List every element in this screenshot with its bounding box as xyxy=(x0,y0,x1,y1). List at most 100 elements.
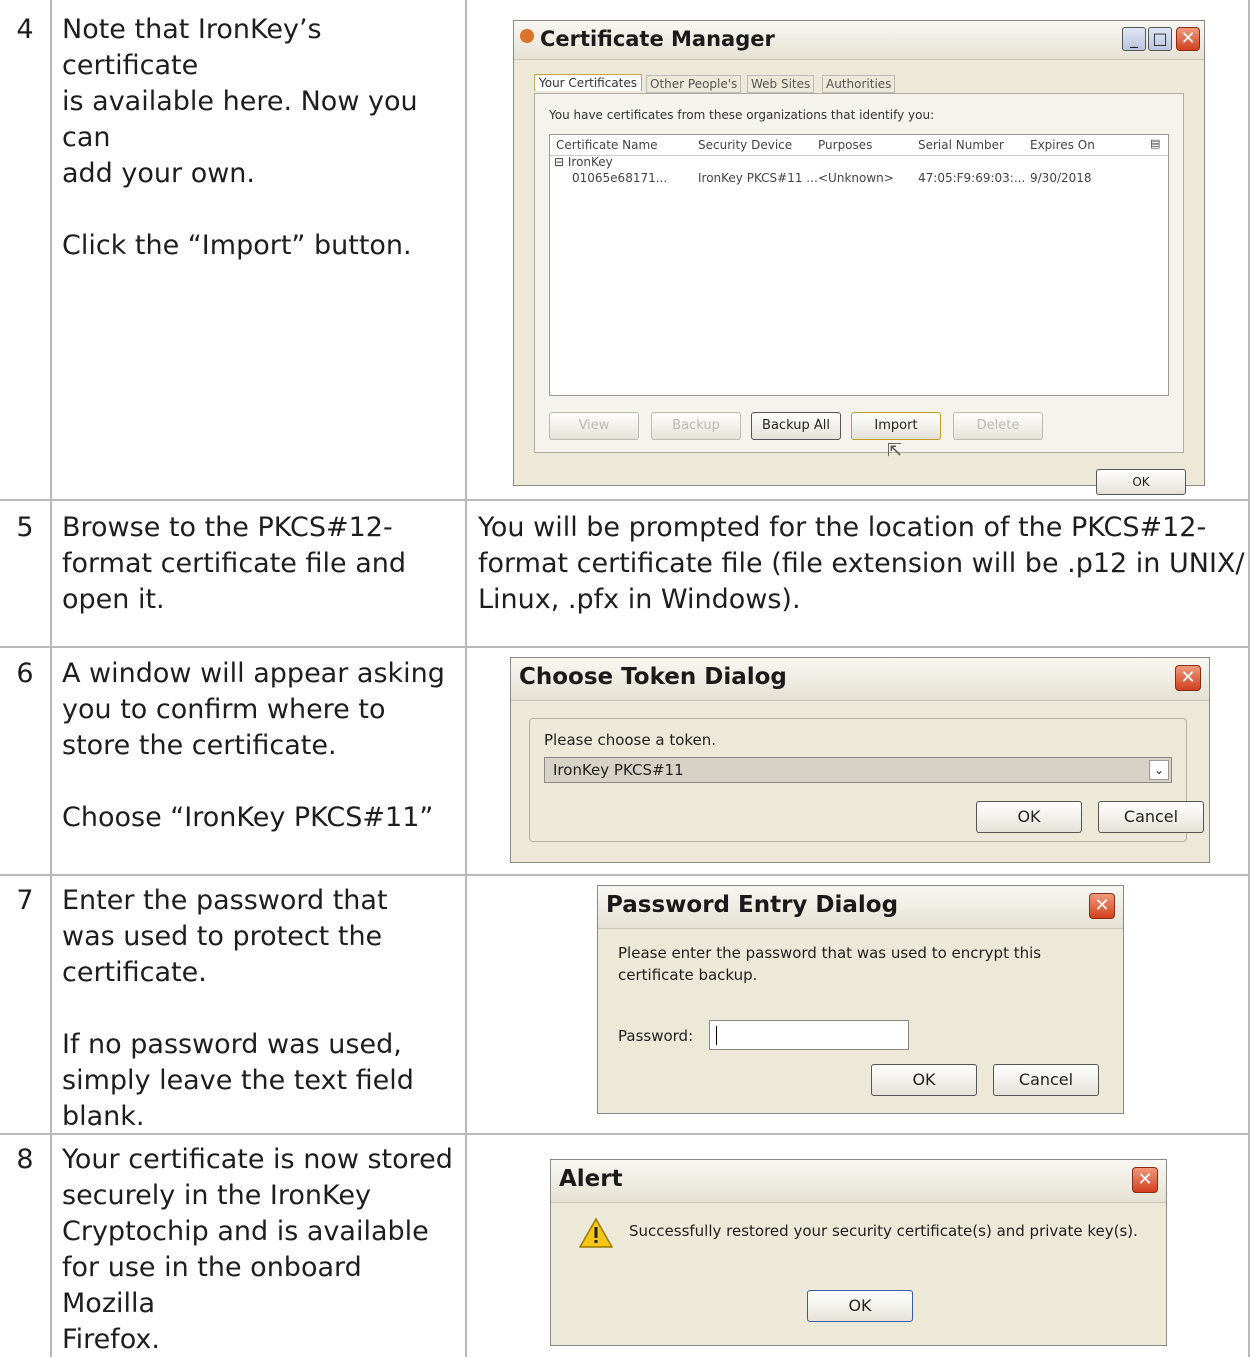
tab-web-sites[interactable]: Web Sites xyxy=(747,75,815,93)
close-icon[interactable]: ✕ xyxy=(1175,665,1201,691)
text-line: add your own. xyxy=(62,158,255,189)
table-border xyxy=(0,499,1250,501)
cell: 01065e68171... xyxy=(572,171,668,185)
table-border xyxy=(0,646,1250,648)
text-line: Browse to the PKCS#12- xyxy=(62,512,393,543)
list-header: Certificate Name Security Device Purpose… xyxy=(550,135,1168,156)
text-line: Click the “Import” button. xyxy=(62,230,412,261)
text-line: is available here. Now you can xyxy=(62,86,418,153)
text-line: was used to protect the xyxy=(62,921,383,952)
cell: 9/30/2018 xyxy=(1030,171,1092,185)
tree-group[interactable]: ⊟ IronKey xyxy=(554,155,613,169)
table-border xyxy=(465,0,467,1357)
column-header[interactable]: Purposes xyxy=(818,138,872,152)
intro-text: You have certificates from these organiz… xyxy=(549,108,935,122)
backup-all-button[interactable]: Backup All xyxy=(751,412,841,440)
instruction-table: 4 Note that IronKey’s certificate is ava… xyxy=(0,0,1250,1357)
chevron-down-icon[interactable]: ⌄ xyxy=(1149,760,1169,780)
step-number: 7 xyxy=(16,885,34,916)
title-bar: Certificate Manager _ □ ✕ xyxy=(514,21,1204,60)
message-line: certificate backup. xyxy=(618,966,758,984)
close-icon[interactable]: ✕ xyxy=(1176,27,1200,51)
minimize-button[interactable]: _ xyxy=(1122,27,1146,51)
text-line: Firefox. xyxy=(62,1324,160,1355)
text-line: Enter the password that xyxy=(62,885,388,916)
step-text: Browse to the PKCS#12- format certificat… xyxy=(62,510,462,618)
text-line: open it. xyxy=(62,584,165,615)
text-line: simply leave the text field xyxy=(62,1065,414,1096)
dialog-title: Choose Token Dialog xyxy=(519,664,787,690)
cancel-button[interactable]: Cancel xyxy=(1098,801,1204,833)
step-number: 5 xyxy=(16,512,34,543)
text-line: Cryptochip and is available xyxy=(62,1216,429,1247)
backup-button[interactable]: Backup xyxy=(651,412,741,440)
view-button[interactable]: View xyxy=(549,412,639,440)
close-icon[interactable]: ✕ xyxy=(1089,893,1115,919)
text-line: If no password was used, xyxy=(62,1029,402,1060)
text-line: you to confirm where to xyxy=(62,694,386,725)
alert-message: Successfully restored your security cert… xyxy=(629,1222,1138,1240)
step-text: A window will appear asking you to confi… xyxy=(62,656,462,836)
table-border xyxy=(50,0,52,1357)
token-select[interactable]: IronKey PKCS#11 ⌄ xyxy=(544,757,1172,783)
text-line: Note that IronKey’s certificate xyxy=(62,14,322,81)
choose-token-dialog: Choose Token Dialog ✕ Please choose a to… xyxy=(510,657,1210,863)
certificate-manager-window: Certificate Manager _ □ ✕ Your Certifica… xyxy=(513,20,1205,495)
cell: 47:05:F9:69:03:... xyxy=(918,171,1026,185)
column-picker-icon[interactable]: ▤ xyxy=(1150,137,1160,150)
prompt-text: Please choose a token. xyxy=(544,731,717,749)
table-row[interactable]: 01065e68171... IronKey PKCS#11 ... <Unkn… xyxy=(550,171,1168,189)
step-text: Note that IronKey’s certificate is avail… xyxy=(62,12,462,264)
title-bar: Alert ✕ xyxy=(551,1160,1166,1203)
password-label: Password: xyxy=(618,1027,694,1045)
text-line: format certificate file (file extension … xyxy=(478,548,1245,579)
tab-panel: You have certificates from these organiz… xyxy=(534,93,1184,461)
selected-token: IronKey PKCS#11 xyxy=(553,761,684,779)
dialog-title: Alert xyxy=(559,1166,623,1192)
ok-button[interactable]: OK xyxy=(807,1290,913,1322)
alert-dialog: Alert ✕ Successfully restored your secur… xyxy=(550,1159,1167,1346)
cell: <Unknown> xyxy=(818,171,894,185)
step-text: Enter the password that was used to prot… xyxy=(62,883,462,1135)
step-text: Your certificate is now stored securely … xyxy=(62,1142,462,1358)
column-header[interactable]: Security Device xyxy=(698,138,792,152)
step-number: 8 xyxy=(16,1144,34,1175)
text-line: Linux, .pfx in Windows). xyxy=(478,584,801,615)
tab-other-peoples[interactable]: Other People's xyxy=(646,75,742,93)
text-line: format certificate file and xyxy=(62,548,406,579)
column-header[interactable]: Expires On xyxy=(1030,138,1095,152)
column-header[interactable]: Serial Number xyxy=(918,138,1004,152)
firefox-icon xyxy=(520,29,534,43)
tab-your-certificates[interactable]: Your Certificates xyxy=(534,74,643,91)
delete-button[interactable]: Delete xyxy=(953,412,1043,440)
collapse-icon[interactable]: ⊟ xyxy=(554,155,568,169)
import-button[interactable]: Import xyxy=(851,412,941,440)
ok-button[interactable]: OK xyxy=(1096,469,1186,495)
step-number: 4 xyxy=(16,14,34,45)
warning-icon xyxy=(579,1218,613,1248)
text-line: Your certificate is now stored xyxy=(62,1144,453,1175)
close-icon[interactable]: ✕ xyxy=(1132,1167,1158,1193)
password-entry-dialog: Password Entry Dialog ✕ Please enter the… xyxy=(597,885,1124,1114)
cell: IronKey PKCS#11 ... xyxy=(698,171,818,185)
password-input[interactable] xyxy=(709,1020,909,1050)
certificate-list[interactable]: Certificate Name Security Device Purpose… xyxy=(549,134,1169,396)
ok-button[interactable]: OK xyxy=(871,1064,977,1096)
cursor-icon: ⇱ xyxy=(887,440,903,461)
column-header[interactable]: Certificate Name xyxy=(556,138,658,152)
dialog-title: Password Entry Dialog xyxy=(606,892,899,918)
text-line: for use in the onboard Mozilla xyxy=(62,1252,362,1319)
tab-authorities[interactable]: Authorities xyxy=(822,75,896,93)
text-cursor xyxy=(716,1026,717,1045)
title-bar: Password Entry Dialog ✕ xyxy=(598,886,1123,929)
window-title: Certificate Manager xyxy=(540,27,775,51)
maximize-button[interactable]: □ xyxy=(1148,27,1172,51)
group-label: IronKey xyxy=(567,155,613,169)
text-line: securely in the IronKey xyxy=(62,1180,371,1211)
ok-button[interactable]: OK xyxy=(976,801,1082,833)
cancel-button[interactable]: Cancel xyxy=(993,1064,1099,1096)
text-line: certificate. xyxy=(62,957,207,988)
text-line: A window will appear asking xyxy=(62,658,445,689)
text-line: Choose “IronKey PKCS#11” xyxy=(62,802,434,833)
token-groupbox: Please choose a token. IronKey PKCS#11 ⌄… xyxy=(529,718,1204,842)
